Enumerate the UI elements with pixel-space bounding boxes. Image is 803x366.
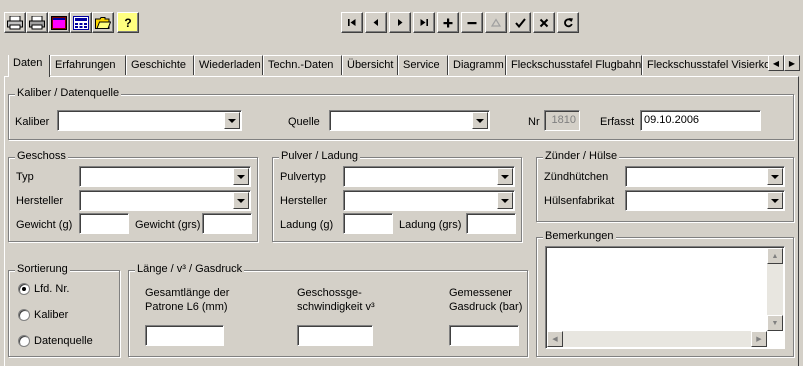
radio-datenquelle[interactable]: [18, 335, 30, 347]
group-title: Pulver / Ladung: [279, 150, 361, 162]
tab-erfahrungen[interactable]: Erfahrungen: [50, 55, 126, 75]
ladung-grs-label: Ladung (grs): [399, 219, 462, 231]
tab-techn-daten[interactable]: Techn.-Daten: [263, 55, 342, 75]
nr-field: 1810: [544, 110, 580, 131]
image-icon[interactable]: [48, 12, 70, 33]
open-folder-icon[interactable]: [92, 12, 114, 33]
first-record-button[interactable]: [341, 12, 363, 33]
kaliber-combobox[interactable]: [57, 110, 242, 131]
zuendhuetchen-combobox[interactable]: [625, 166, 785, 187]
tab-service[interactable]: Service: [398, 55, 448, 75]
delete-record-button[interactable]: [461, 12, 483, 33]
print-icon[interactable]: [4, 12, 26, 33]
gesamtlaenge-field[interactable]: [145, 325, 224, 346]
gewicht-g-label: Gewicht (g): [16, 219, 73, 231]
print-preview-icon[interactable]: [26, 12, 48, 33]
radio-lfd-nr[interactable]: [18, 283, 30, 295]
tab-scroll-left-button[interactable]: ◀: [768, 55, 784, 71]
radio-kaliber[interactable]: [18, 309, 30, 321]
pulvertyp-combobox[interactable]: [343, 166, 515, 187]
group-title: Zünder / Hülse: [543, 150, 620, 162]
next-record-button[interactable]: [389, 12, 411, 33]
geschwindigkeit-label-line1: Geschossge-: [297, 287, 362, 299]
tab-strip: Daten Erfahrungen Geschichte Wiederladen…: [8, 55, 768, 77]
gesamtlaenge-label-line2: Patrone L6 (mm): [145, 301, 228, 313]
horizontal-scrollbar[interactable]: ◀ ▶: [547, 331, 767, 347]
scroll-down-icon[interactable]: ▼: [767, 315, 783, 331]
toolbar: ?: [0, 0, 803, 36]
tab-fleckschusstafel-visierkorr[interactable]: Fleckschusstafel Visierkorr: [642, 55, 768, 75]
kaliber-label: Kaliber: [15, 116, 50, 128]
erfasst-date-field[interactable]: 09.10.2006: [640, 110, 761, 131]
chevron-down-icon[interactable]: [767, 168, 783, 185]
geschoss-hersteller-combobox[interactable]: [79, 190, 251, 211]
zuendhuetchen-label: Zündhütchen: [544, 171, 609, 183]
chevron-down-icon[interactable]: [472, 112, 488, 129]
pulvertyp-label: Pulvertyp: [280, 171, 326, 183]
gewicht-grs-label: Gewicht (grs): [135, 219, 201, 231]
radio-datenquelle-label[interactable]: Datenquelle: [34, 335, 93, 347]
chevron-down-icon[interactable]: [767, 192, 783, 209]
scroll-up-icon[interactable]: ▲: [767, 248, 783, 264]
group-title: Kaliber / Datenquelle: [15, 87, 122, 99]
quelle-label: Quelle: [288, 116, 320, 128]
edit-record-button[interactable]: [485, 12, 507, 33]
ladung-g-label: Ladung (g): [280, 219, 334, 231]
pulver-hersteller-label: Hersteller: [280, 195, 328, 207]
scroll-left-icon[interactable]: ◀: [547, 331, 563, 347]
gasdruck-field[interactable]: [449, 325, 519, 346]
gasdruck-label-line1: Gemessener: [449, 287, 512, 299]
gewicht-g-field[interactable]: [79, 213, 129, 234]
tab-daten[interactable]: Daten: [8, 55, 50, 77]
tab-uebersicht[interactable]: Übersicht: [342, 55, 398, 75]
erfasst-label: Erfasst: [600, 116, 635, 128]
pulver-hersteller-combobox[interactable]: [343, 190, 515, 211]
group-title: Sortierung: [15, 263, 70, 275]
huelsenfabrikat-label: Hülsenfabrikat: [544, 195, 615, 207]
tab-scroll-right-button[interactable]: ▶: [784, 55, 800, 71]
group-title: Länge / v³ / Gasdruck: [135, 263, 245, 275]
quelle-combobox[interactable]: [329, 110, 490, 131]
last-record-button[interactable]: [413, 12, 435, 33]
gasdruck-label-line2: Gasdruck (bar): [449, 301, 523, 313]
chevron-down-icon[interactable]: [497, 192, 513, 209]
tab-wiederladen[interactable]: Wiederladen: [194, 55, 263, 75]
calculator-icon[interactable]: [70, 12, 92, 33]
chevron-down-icon[interactable]: [233, 192, 249, 209]
ladung-g-field[interactable]: [343, 213, 393, 234]
confirm-button[interactable]: [509, 12, 531, 33]
scroll-right-icon[interactable]: ▶: [751, 331, 767, 347]
geschoss-hersteller-label: Hersteller: [16, 195, 64, 207]
huelsenfabrikat-combobox[interactable]: [625, 190, 785, 211]
ladung-grs-field[interactable]: [466, 213, 516, 234]
geschwindigkeit-field[interactable]: [297, 325, 373, 346]
chevron-down-icon[interactable]: [224, 112, 240, 129]
geschoss-typ-combobox[interactable]: [79, 166, 251, 187]
group-title: Geschoss: [15, 150, 68, 162]
group-title: Bemerkungen: [543, 230, 616, 242]
radio-kaliber-label[interactable]: Kaliber: [34, 309, 68, 321]
nr-label: Nr: [528, 116, 540, 128]
chevron-down-icon[interactable]: [233, 168, 249, 185]
tab-fleckschusstafel-flugbahn[interactable]: Fleckschusstafel Flugbahn: [506, 55, 642, 75]
bemerkungen-textarea[interactable]: ▲ ▼ ◀ ▶: [545, 246, 785, 349]
geschwindigkeit-label-line2: schwindigkeit v³: [297, 301, 375, 313]
previous-record-button[interactable]: [365, 12, 387, 33]
gesamtlaenge-label-line1: Gesamtlänge der: [145, 287, 230, 299]
tab-diagramm[interactable]: Diagramm: [448, 55, 506, 75]
gewicht-grs-field[interactable]: [202, 213, 252, 234]
vertical-scrollbar[interactable]: ▲ ▼: [767, 248, 783, 331]
help-icon[interactable]: ?: [117, 12, 139, 33]
tab-geschichte[interactable]: Geschichte: [126, 55, 194, 75]
geschoss-typ-label: Typ: [16, 171, 34, 183]
refresh-button[interactable]: [557, 12, 579, 33]
cancel-button[interactable]: [533, 12, 555, 33]
add-record-button[interactable]: [437, 12, 459, 33]
chevron-down-icon[interactable]: [497, 168, 513, 185]
radio-lfd-nr-label[interactable]: Lfd. Nr.: [34, 283, 69, 295]
